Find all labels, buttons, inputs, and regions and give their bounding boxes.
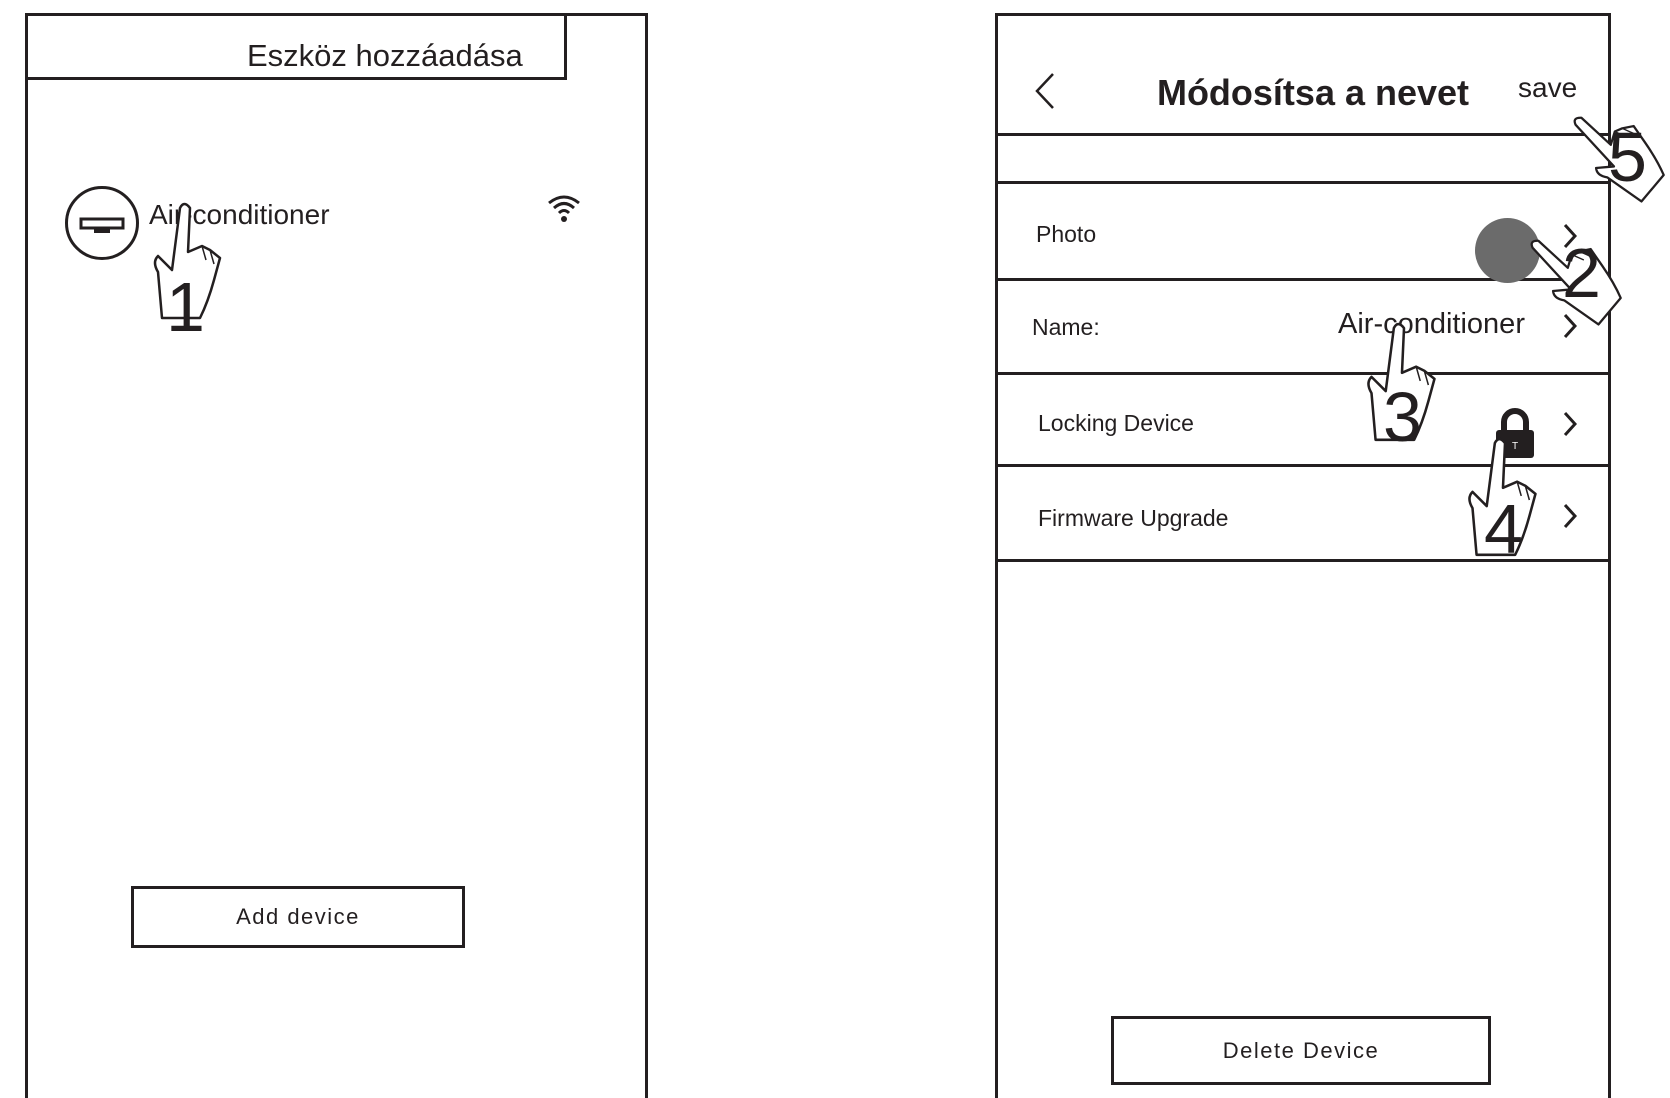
firmware-upgrade-label: Firmware Upgrade [1038, 505, 1229, 531]
step-number: 3 [1383, 378, 1422, 456]
step-number: 5 [1608, 118, 1647, 196]
divider [998, 133, 1608, 136]
photo-label: Photo [1036, 221, 1097, 247]
wifi-icon [548, 195, 580, 222]
page-title: Módosítsa a nevet [1156, 72, 1470, 113]
chevron-right-icon [1563, 503, 1577, 529]
divider [998, 181, 1608, 184]
add-device-button[interactable]: Add device [131, 886, 465, 948]
delete-device-button[interactable]: Delete Device [1111, 1016, 1491, 1085]
step-number: 4 [1484, 490, 1523, 568]
chevron-right-icon [1563, 411, 1577, 437]
name-label: Name: [1032, 314, 1100, 340]
save-button[interactable]: save [1518, 72, 1577, 104]
step-number: 2 [1562, 234, 1601, 312]
step-number: 1 [166, 268, 205, 346]
page-title: Eszköz hozzáadása [247, 38, 523, 73]
header-bar: Eszköz hozzáadása [25, 13, 567, 80]
air-conditioner-icon[interactable] [65, 186, 139, 260]
locking-device-label: Locking Device [1038, 410, 1194, 436]
divider [998, 372, 1608, 375]
add-device-screen: Eszköz hozzáadása Air-conditioner Add de… [25, 13, 648, 1098]
